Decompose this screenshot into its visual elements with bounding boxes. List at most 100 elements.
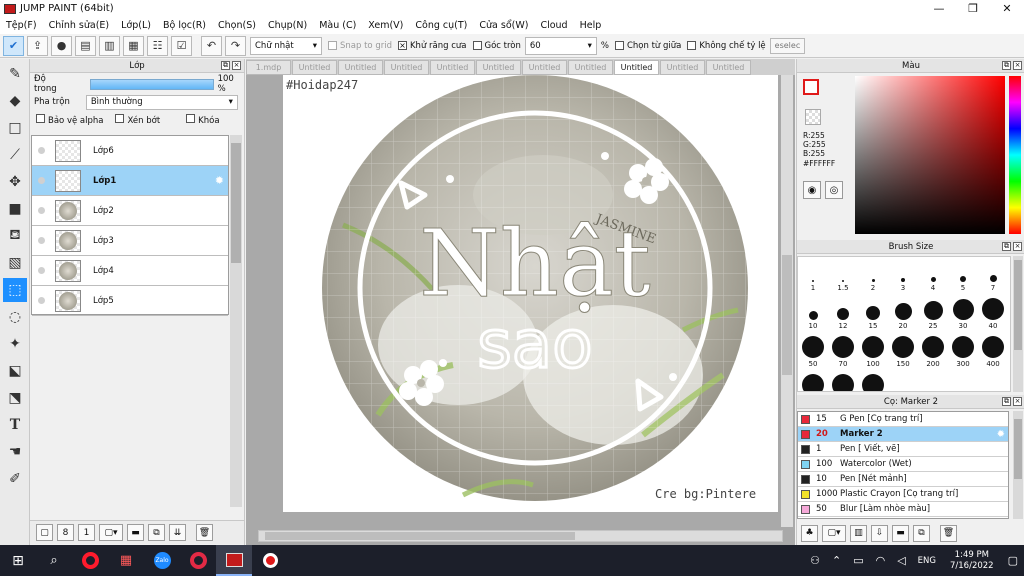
brush-size-option[interactable] <box>828 371 858 391</box>
brush-size-option[interactable]: 400 <box>978 333 1008 369</box>
brush-list-item[interactable]: 15 G Pen [Cọ trang trí] <box>798 412 1008 427</box>
hue-slider[interactable] <box>1009 76 1021 234</box>
gear-icon[interactable]: ✹ <box>997 429 1005 440</box>
select-eraser-icon[interactable]: ⬔ <box>3 386 27 410</box>
blend-mode-select[interactable]: Bình thường ▾ <box>85 94 238 110</box>
eyedropper-tool-icon[interactable]: ✐ <box>3 467 27 491</box>
layer-row[interactable]: Lớp6 <box>32 136 228 166</box>
menu-view[interactable]: Xem(V) <box>362 20 409 31</box>
export-icon[interactable]: ⇪ <box>27 35 48 56</box>
document-icon[interactable]: ▥ <box>99 35 120 56</box>
brush-size-option[interactable]: 12 <box>828 295 858 331</box>
canvas-horizontal-scrollbar[interactable] <box>258 530 783 542</box>
close-icon[interactable]: × <box>1013 242 1022 251</box>
delete-layer-icon[interactable]: 🗑 <box>196 524 213 541</box>
gear-icon[interactable]: ✹ <box>215 174 224 187</box>
visibility-icon[interactable] <box>38 177 45 184</box>
saturation-value-picker[interactable] <box>855 76 1005 234</box>
brush-size-option[interactable]: 150 <box>888 333 918 369</box>
new-layer-icon[interactable]: ▢ <box>36 524 53 541</box>
menu-cloud[interactable]: Cloud <box>534 20 573 31</box>
visibility-icon[interactable] <box>38 297 45 304</box>
brush-size-option[interactable]: 7 <box>978 257 1008 293</box>
jump-paint-icon[interactable] <box>216 545 252 576</box>
fill-rect-tool-icon[interactable]: ■ <box>3 197 27 221</box>
hand-tool-icon[interactable]: ☚ <box>3 440 27 464</box>
minimize-icon[interactable]: — <box>922 0 956 17</box>
deselect-button[interactable]: eselec <box>769 37 806 54</box>
tab-document[interactable]: Untitled <box>476 60 521 75</box>
visibility-icon[interactable] <box>38 147 45 154</box>
settings-list-icon[interactable]: ☷ <box>147 35 168 56</box>
gradient-tool-icon[interactable]: ▧ <box>3 251 27 275</box>
round-corner-checkbox[interactable]: Góc tròn <box>472 41 521 51</box>
rect-select-tool-icon[interactable]: ⬚ <box>3 278 27 302</box>
select-center-checkbox[interactable]: Chọn từ giữa <box>614 41 681 51</box>
tab-document[interactable]: Untitled <box>522 60 567 75</box>
brush-size-option[interactable]: 10 <box>798 295 828 331</box>
zalo-icon[interactable]: Zalo <box>144 545 180 576</box>
brush-list-item[interactable]: 10 Pen [Nét mảnh] <box>798 472 1008 487</box>
magic-wand-icon[interactable]: ✦ <box>3 332 27 356</box>
language-indicator[interactable]: ENG <box>918 556 936 566</box>
clock[interactable]: 1:49 PM 7/16/2022 <box>950 550 994 572</box>
brush-folder-icon[interactable]: ▬ <box>892 524 909 542</box>
brush-size-option[interactable]: 1 <box>798 257 828 293</box>
round-value-input[interactable]: 60 ▾ <box>524 36 597 55</box>
brush-size-option[interactable]: 300 <box>948 333 978 369</box>
new-layer-1bit-icon[interactable]: 1 <box>78 524 95 541</box>
opera-icon[interactable] <box>72 545 108 576</box>
layer-row[interactable]: Lớp4 <box>32 256 228 286</box>
duplicate-layer-icon[interactable]: ⧉ <box>148 524 165 541</box>
brush-import-icon[interactable]: ⇩ <box>871 524 888 542</box>
add-layer-menu-icon[interactable]: ▢▾ <box>99 524 123 541</box>
visibility-icon[interactable] <box>38 237 45 244</box>
tab-document[interactable]: Untitled <box>384 60 429 75</box>
select-pen-icon[interactable]: ⬕ <box>3 359 27 383</box>
folder-icon[interactable]: ▬ <box>127 524 144 541</box>
rect-shape-tool-icon[interactable]: □ <box>3 116 27 140</box>
menu-filter[interactable]: Bộ lọc(R) <box>157 20 212 31</box>
app-grid-icon[interactable]: ▦ <box>108 545 144 576</box>
brush-list-scrollbar[interactable] <box>1013 411 1023 519</box>
visibility-icon[interactable] <box>38 267 45 274</box>
menu-color[interactable]: Màu (C) <box>313 20 362 31</box>
brush-add-icon[interactable]: ♣ <box>801 524 818 542</box>
brush-size-option[interactable] <box>858 371 888 391</box>
windows-start-icon[interactable]: ⊞ <box>0 545 36 576</box>
brush-list-item[interactable]: 50 Blur [Làm nhòe màu] <box>798 502 1008 517</box>
transparent-color-swatch[interactable] <box>805 109 821 125</box>
brush-list-item[interactable]: 100 Watercolor (Wet) <box>798 457 1008 472</box>
opera-gx-icon[interactable] <box>180 545 216 576</box>
brush-size-option[interactable]: 20 <box>888 295 918 331</box>
search-icon[interactable]: ⌕ <box>36 545 72 576</box>
brush-delete-icon[interactable]: 🗑 <box>940 524 957 542</box>
new-layer-8bit-icon[interactable]: 8 <box>57 524 74 541</box>
tab-document[interactable]: Untitled <box>568 60 613 75</box>
drawing-canvas[interactable]: JASMINE Nhật sao #Hoidap247 Cre bg:Pinte… <box>283 75 778 512</box>
tab-document[interactable]: Untitled <box>338 60 383 75</box>
float-icon[interactable]: ⧉ <box>1002 397 1011 406</box>
volume-icon[interactable]: ◁ <box>897 554 905 567</box>
brush-copy-icon[interactable]: ▥ <box>850 524 867 542</box>
tab-document[interactable]: Untitled <box>706 60 751 75</box>
brush-size-option[interactable]: 200 <box>918 333 948 369</box>
brush-size-option[interactable]: 70 <box>828 333 858 369</box>
brush-list-item[interactable]: 20 Marker 2 ✹ <box>798 427 1008 442</box>
brush-size-option[interactable]: 5 <box>948 257 978 293</box>
layer-row[interactable]: Lớp2 <box>32 196 228 226</box>
message-icon[interactable]: ▤ <box>75 35 96 56</box>
people-icon[interactable]: ⚇ <box>810 554 820 567</box>
close-icon[interactable]: × <box>1013 397 1022 406</box>
lock-checkbox[interactable]: Khóa <box>186 114 220 126</box>
palette-settings-icon[interactable]: ◎ <box>825 181 843 199</box>
bucket-tool-icon[interactable]: ⛾ <box>3 224 27 248</box>
opacity-slider[interactable] <box>90 78 214 90</box>
float-icon[interactable]: ⧉ <box>1002 242 1011 251</box>
notification-icon[interactable]: ▢ <box>1008 554 1018 567</box>
brush-size-option[interactable]: 15 <box>858 295 888 331</box>
line-tool-icon[interactable]: ⟋ <box>3 143 27 167</box>
eraser-tool-icon[interactable]: ◆ <box>3 89 27 113</box>
battery-icon[interactable]: ▭ <box>853 554 863 567</box>
visibility-icon[interactable] <box>38 207 45 214</box>
